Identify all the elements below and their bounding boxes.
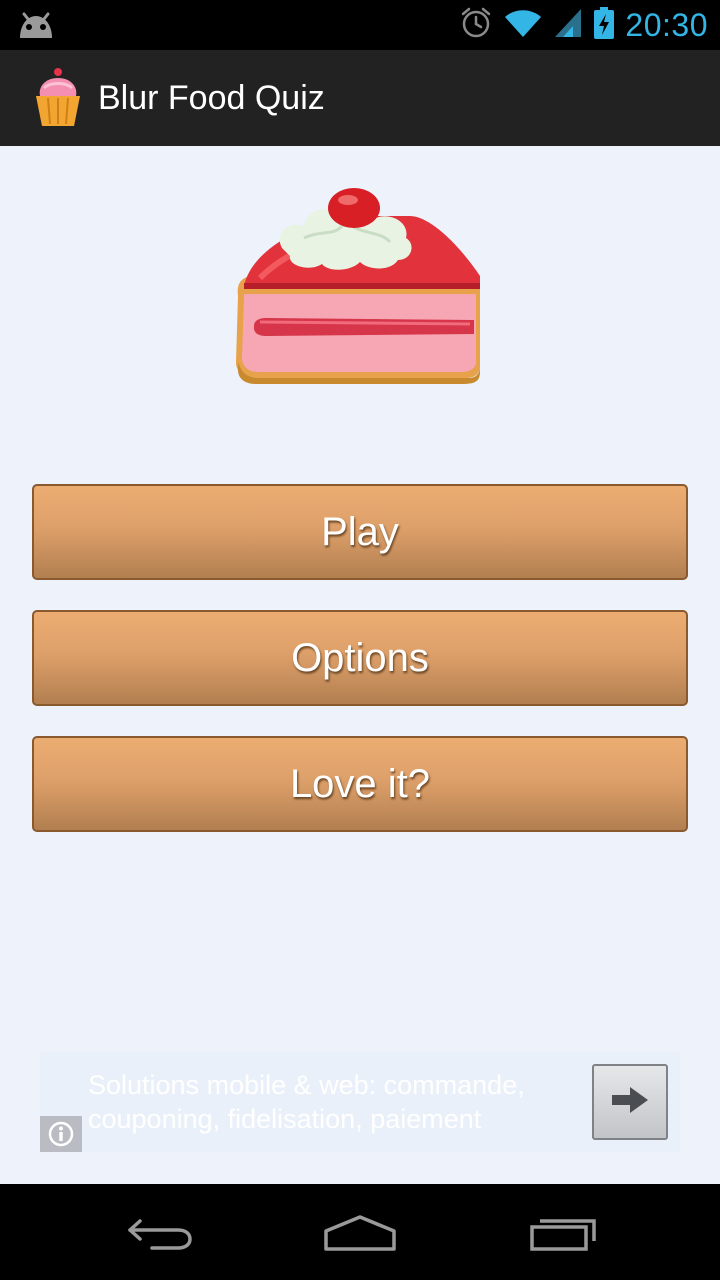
android-notification-icon — [16, 10, 56, 40]
ad-text: Solutions mobile & web: commande, coupon… — [88, 1068, 578, 1136]
home-icon[interactable] — [320, 1208, 400, 1258]
recents-icon[interactable] — [522, 1208, 602, 1258]
wifi-icon — [503, 7, 543, 44]
cake-slice-icon — [230, 186, 492, 386]
navigation-bar — [0, 1184, 720, 1280]
play-button[interactable]: Play — [32, 484, 688, 580]
ad-text-line2: couponing, fidelisation, paiement — [88, 1104, 482, 1134]
back-icon[interactable] — [120, 1208, 200, 1258]
status-bar: 20:30 — [0, 0, 720, 50]
signal-icon — [553, 7, 583, 44]
ad-arrow-button[interactable] — [592, 1064, 668, 1140]
options-button[interactable]: Options — [32, 610, 688, 706]
arrow-right-icon — [610, 1084, 650, 1121]
app-title: Blur Food Quiz — [98, 79, 325, 117]
battery-charging-icon — [593, 6, 615, 45]
info-icon[interactable] — [40, 1116, 82, 1152]
alarm-icon — [459, 6, 493, 45]
status-time: 20:30 — [625, 6, 708, 43]
ad-banner[interactable]: Solutions mobile & web: commande, coupon… — [40, 1052, 680, 1152]
ad-text-line1: Solutions mobile & web: commande, — [88, 1070, 525, 1100]
status-icons: 20:30 — [459, 0, 708, 50]
love-it-button[interactable]: Love it? — [32, 736, 688, 832]
cupcake-icon — [32, 66, 84, 130]
action-bar: Blur Food Quiz — [0, 50, 720, 146]
